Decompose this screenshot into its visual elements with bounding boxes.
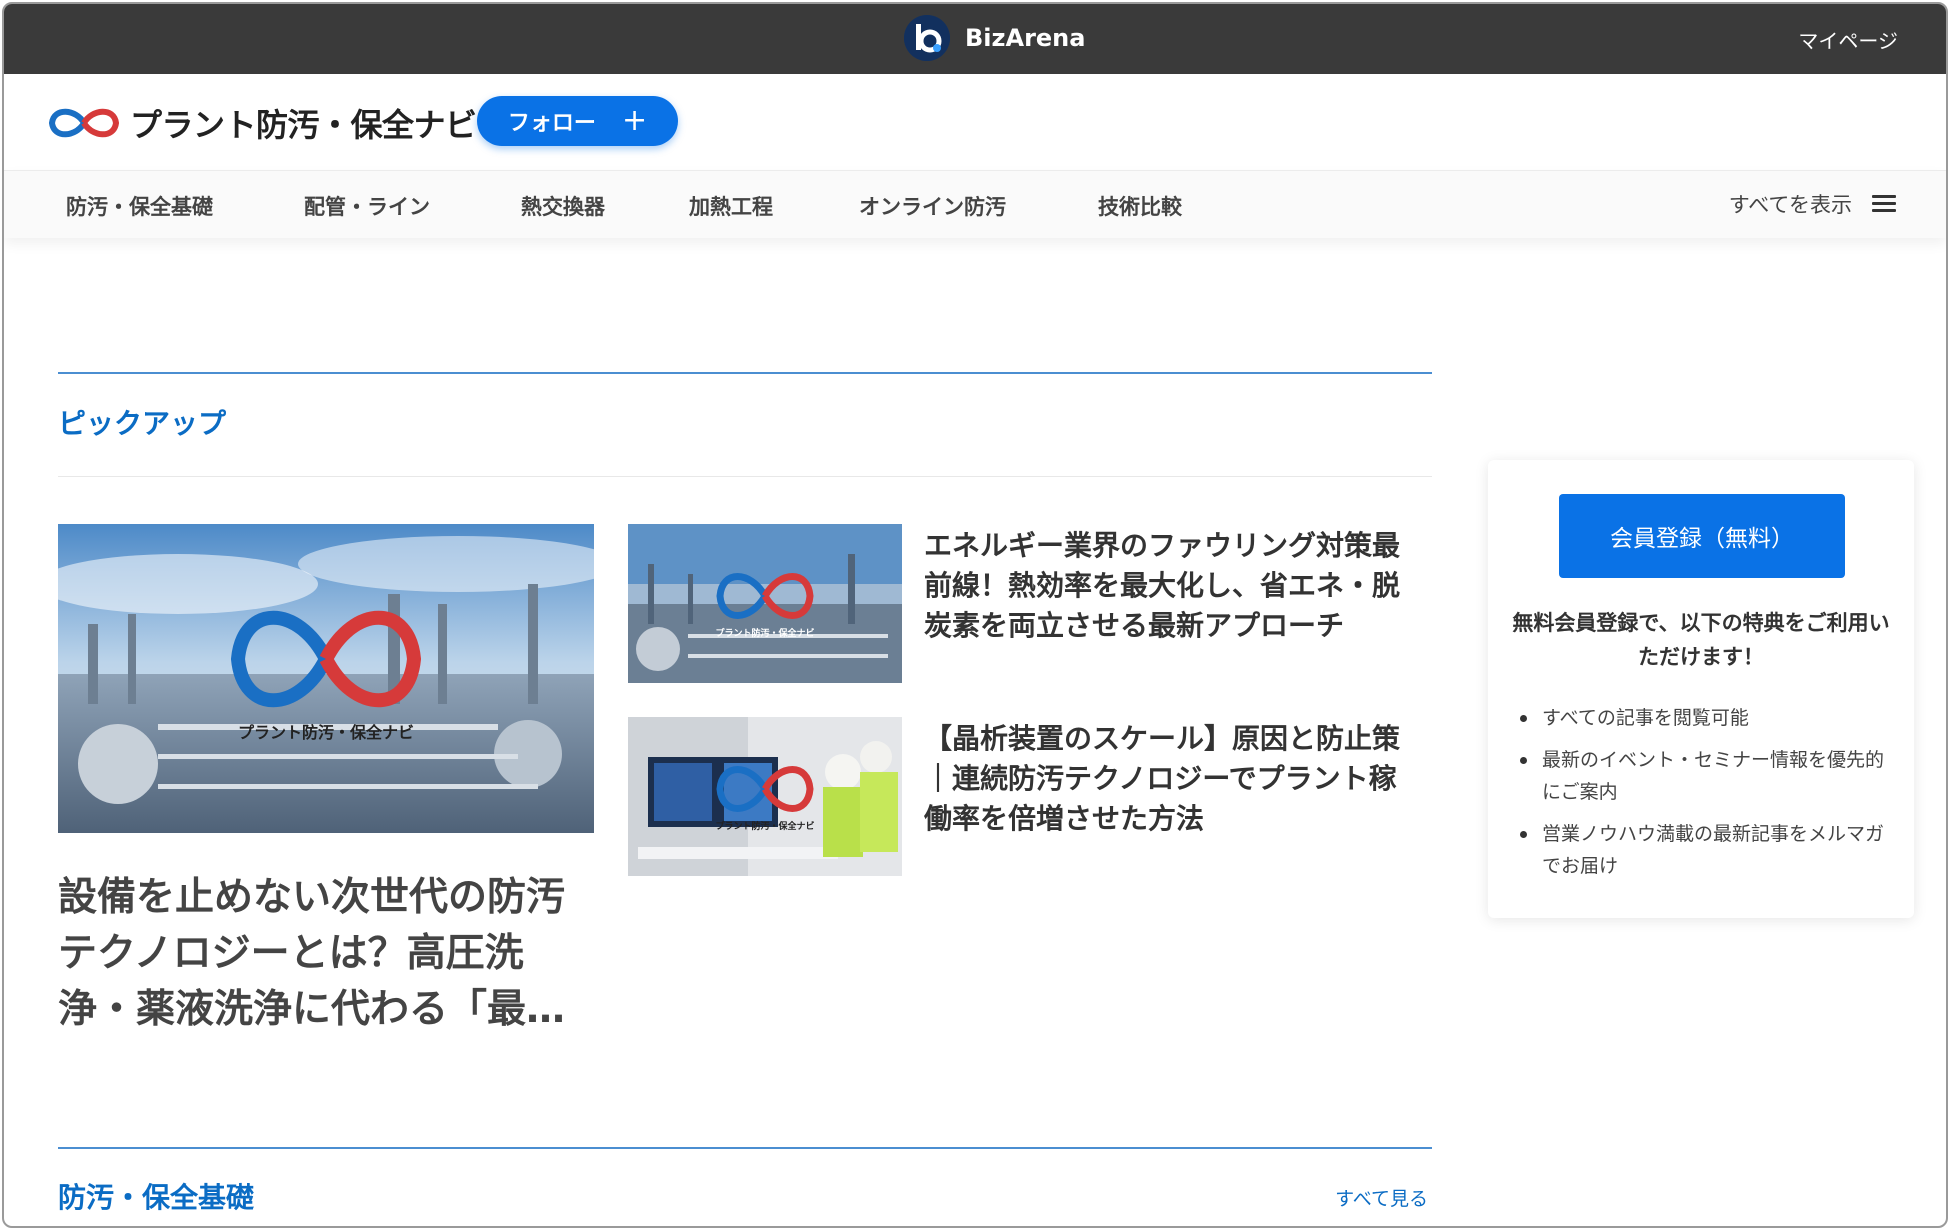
nav-item-heat-exchanger[interactable]: 熱交換器 bbox=[521, 191, 605, 221]
main-article-image[interactable]: プラント防汚・保全ナビ bbox=[58, 524, 594, 833]
section-divider bbox=[58, 476, 1432, 477]
category-section-title: 防汚・保全基礎 bbox=[58, 1181, 255, 1214]
side-article-title-2[interactable]: 【晶析装置のスケール】原因と防止策｜連続防汚テクノロジーでプラント稼働率を倍増さ… bbox=[924, 719, 1412, 839]
see-all-link[interactable]: すべて見る bbox=[1335, 1184, 1428, 1211]
site-header: プラント防汚・保全ナビ フォロー + bbox=[4, 74, 1946, 170]
benefit-item: 営業ノウハウ満載の最新記事をメルマガでお届け bbox=[1518, 818, 1890, 882]
side-article-image-1[interactable]: プラント防汚・保全ナビ bbox=[628, 524, 902, 683]
site-logo[interactable]: プラント防汚・保全ナビ bbox=[46, 100, 477, 146]
benefit-item: すべての記事を閲覧可能 bbox=[1518, 702, 1890, 734]
side-image-caption-1: プラント防汚・保全ナビ bbox=[715, 627, 814, 639]
side-article-image-2[interactable]: プラント防汚・保全ナビ bbox=[628, 717, 902, 876]
section-divider bbox=[58, 372, 1432, 374]
show-all-button[interactable]: すべてを表示 bbox=[1729, 189, 1896, 219]
nav-item-online[interactable]: オンライン防汚 bbox=[859, 191, 1006, 221]
nav-item-piping[interactable]: 配管・ライン bbox=[304, 191, 430, 221]
register-button[interactable]: 会員登録（無料） bbox=[1559, 494, 1845, 578]
nav-item-comparison[interactable]: 技術比較 bbox=[1098, 191, 1182, 221]
section-divider bbox=[58, 1147, 1432, 1149]
bizarena-brand[interactable]: BizArena bbox=[904, 15, 1085, 61]
infinity-logo-icon bbox=[48, 108, 120, 138]
top-bar: BizArena マイページ bbox=[4, 4, 1946, 74]
main-image-caption: プラント防汚・保全ナビ bbox=[238, 723, 414, 742]
nav-item-heating[interactable]: 加熱工程 bbox=[689, 191, 773, 221]
follow-label: フォロー bbox=[507, 111, 596, 136]
member-lead-text: 無料会員登録で、以下の特典をご利用いただけます！ bbox=[1512, 611, 1890, 669]
pickup-title: ピックアップ bbox=[58, 407, 227, 440]
brand-name: BizArena bbox=[965, 24, 1086, 52]
site-title: プラント防汚・保全ナビ bbox=[130, 106, 477, 144]
side-image-caption-2: プラント防汚・保全ナビ bbox=[715, 820, 814, 832]
member-registration-card: 会員登録（無料） 無料会員登録で、以下の特典をご利用いただけます！ すべての記事… bbox=[1488, 460, 1914, 918]
benefit-item: 最新のイベント・セミナー情報を優先的にご案内 bbox=[1518, 744, 1890, 808]
plus-icon: + bbox=[621, 103, 648, 138]
bizarena-logo-icon bbox=[904, 15, 950, 61]
category-nav: 防汚・保全基礎 配管・ライン 熱交換器 加熱工程 オンライン防汚 技術比較 すべ… bbox=[4, 170, 1946, 238]
hamburger-menu-icon bbox=[1872, 195, 1896, 213]
side-article-title-1[interactable]: エネルギー業界のファウリング対策最前線！熱効率を最大化し、省エネ・脱炭素を両立さ… bbox=[924, 526, 1412, 646]
nav-item-basics[interactable]: 防汚・保全基礎 bbox=[66, 191, 213, 221]
main-article-headline[interactable]: 設備を止めない次世代の防汚テクノロジーとは？高圧洗浄・薬液洗浄に代わる「最… bbox=[58, 870, 598, 1038]
benefit-list: すべての記事を閲覧可能 最新のイベント・セミナー情報を優先的にご案内 営業ノウハ… bbox=[1518, 702, 1890, 892]
mypage-link[interactable]: マイページ bbox=[1798, 25, 1898, 54]
show-all-label: すべてを表示 bbox=[1728, 193, 1852, 217]
follow-button[interactable]: フォロー + bbox=[477, 96, 678, 146]
browser-frame: BizArena マイページ プラント防汚・保全ナビ フォロー + 防汚・保全基… bbox=[2, 2, 1948, 1228]
